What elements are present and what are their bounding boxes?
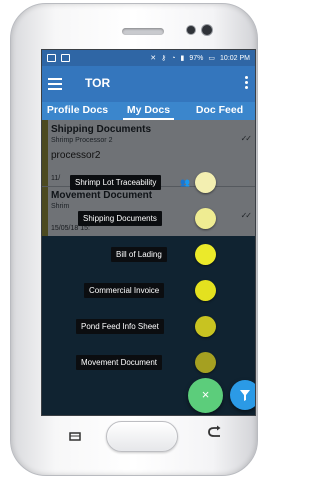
status-bar: ✕ ⚷ ◔ ▮ 97% ▭ 10:02 PM [42, 50, 255, 66]
card-accent [42, 187, 48, 236]
speed-dial-button-commercial-invoice[interactable] [195, 280, 216, 301]
filter-fab-button[interactable] [230, 380, 255, 410]
phone-frame: ✕ ⚷ ◔ ▮ 97% ▭ 10:02 PM TOR Profile Docs … [10, 3, 258, 476]
signal-icon: ▮ [180, 55, 185, 62]
speed-dial-button-bill-of-lading[interactable] [195, 244, 216, 265]
speed-dial-label-shrimp-lot-traceability[interactable]: Shrimp Lot Traceability [70, 175, 162, 190]
speed-dial-label-bill-of-lading[interactable]: Bill of Lading [111, 247, 167, 262]
card-date: 11/ [51, 175, 61, 182]
card-title: Movement Document [51, 190, 153, 201]
card-date: 15/05/18 15: [51, 225, 90, 232]
hamburger-menu-icon[interactable] [48, 76, 62, 90]
speed-dial-label-pond-feed-info-sheet[interactable]: Pond Feed Info Sheet [76, 319, 164, 334]
sensor-dot [187, 26, 195, 34]
image-notification-icon [61, 54, 70, 62]
clock: 10:02 PM [220, 54, 250, 62]
key-icon: ⚷ [161, 55, 167, 62]
battery-percent: 97% [189, 54, 204, 62]
speed-dial-button-shipping-documents[interactable] [195, 208, 216, 229]
card-owner: processor2 [51, 150, 101, 161]
double-check-icon: ✓✓ [240, 211, 252, 220]
app-title: TOR [85, 76, 111, 90]
speed-dial-label-commercial-invoice[interactable]: Commercial Invoice [84, 283, 165, 298]
speed-dial-label-shipping-documents[interactable]: Shipping Documents [78, 211, 162, 226]
tab-profile-docs[interactable]: Profile Docs [42, 102, 113, 120]
tab-my-docs[interactable]: My Docs [113, 102, 184, 120]
battery-icon: ▭ [208, 55, 216, 62]
phone-screen: ✕ ⚷ ◔ ▮ 97% ▭ 10:02 PM TOR Profile Docs … [41, 49, 256, 416]
double-check-icon: ✓✓ [240, 134, 252, 143]
app-bar: TOR [42, 66, 255, 102]
wifi-icon: ◔ [171, 54, 176, 62]
card-title: Shipping Documents [51, 124, 151, 135]
speed-dial-button-shrimp-lot-traceability[interactable] [195, 172, 216, 193]
notification-icon [47, 54, 56, 62]
earpiece-speaker [122, 28, 164, 35]
overflow-menu-icon[interactable] [245, 76, 249, 91]
people-icon: 👥 [180, 178, 190, 187]
card-accent [42, 120, 48, 186]
mute-icon: ✕ [150, 55, 157, 62]
tab-doc-feed[interactable]: Doc Feed [184, 102, 255, 120]
filter-icon [240, 390, 250, 401]
front-camera [202, 25, 212, 35]
speed-dial-button-pond-feed-info-sheet[interactable] [195, 316, 216, 337]
home-button[interactable] [106, 421, 178, 452]
card-subtitle: Shrimp Processor 2 [51, 137, 113, 144]
back-key-icon[interactable] [206, 425, 224, 439]
speed-dial-button-movement-document[interactable] [195, 352, 216, 373]
close-icon: × [201, 387, 210, 402]
speed-dial-label-movement-document[interactable]: Movement Document [76, 355, 163, 370]
recent-apps-key-icon[interactable] [69, 428, 81, 441]
tab-bar: Profile Docs My Docs Doc Feed [42, 102, 255, 120]
card-subtitle: Shrim [51, 203, 70, 210]
close-fab-button[interactable]: × [188, 378, 223, 413]
